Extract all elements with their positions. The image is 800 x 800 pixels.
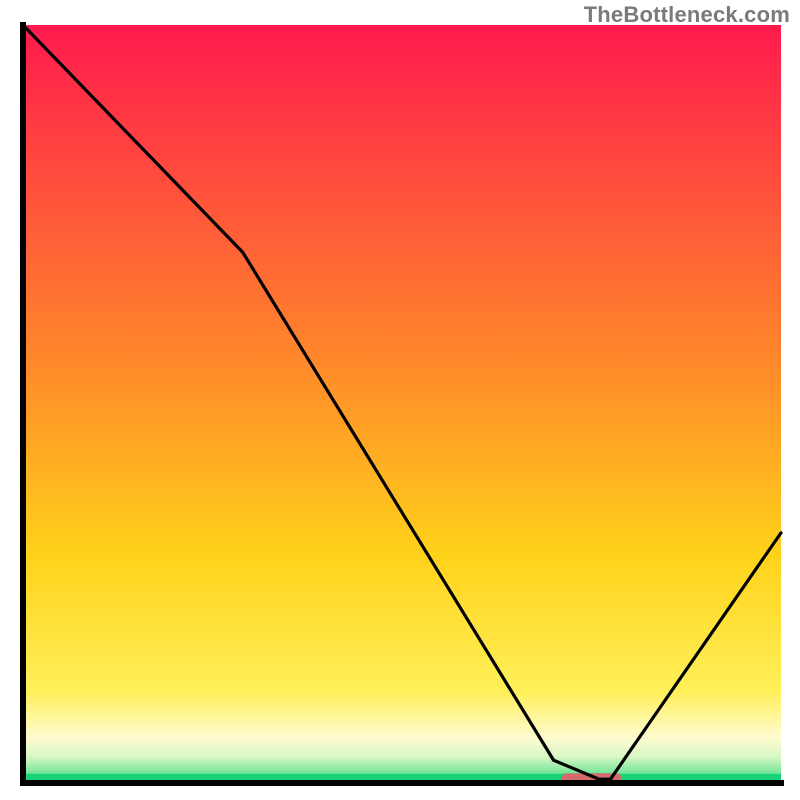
chart-container: TheBottleneck.com (0, 0, 800, 800)
watermark-text: TheBottleneck.com (584, 2, 790, 28)
chart-svg (0, 0, 800, 800)
plot-background (23, 25, 781, 783)
